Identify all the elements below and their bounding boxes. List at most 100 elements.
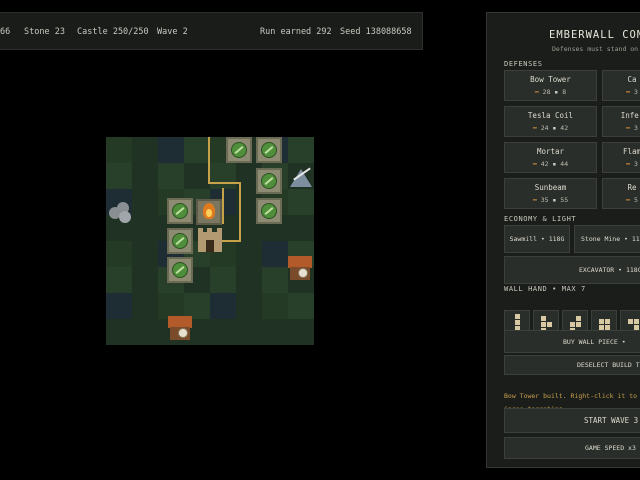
board-tile[interactable] (132, 267, 158, 293)
board-tile[interactable] (288, 319, 314, 345)
wood-cost: 42 (540, 160, 549, 168)
enemy-spawn-tent (288, 165, 314, 191)
board-tile[interactable] (158, 137, 184, 163)
economy-header: ECONOMY & LIGHT (504, 215, 577, 223)
defense-stats: ━ 35 ▪ 55 (505, 196, 596, 204)
stone-deposit[interactable] (107, 199, 133, 225)
board-tile[interactable] (106, 293, 132, 319)
defense-card[interactable]: Bow Tower ━ 28 ▪ 8 (504, 70, 597, 101)
defense-card[interactable]: Flam ━ 3 (602, 142, 640, 173)
board-tile[interactable] (132, 137, 158, 163)
stone-cost-icon: ▪ (548, 160, 561, 168)
inferno-tower[interactable] (196, 199, 222, 225)
castle-health: Castle 250/250 (77, 27, 149, 37)
board-tile[interactable] (106, 241, 132, 267)
excavator-button[interactable]: EXCAVATOR • 118G (504, 256, 640, 284)
board-tile[interactable] (210, 163, 236, 189)
enemy-path (239, 182, 241, 242)
defense-stats: ━ 28 ▪ 8 (505, 88, 596, 96)
stone-mine-button[interactable]: Stone Mine • 11 (574, 225, 640, 253)
bow-tower[interactable] (167, 257, 193, 283)
board-tile[interactable] (158, 163, 184, 189)
defense-stats: ━ 42 ▪ 44 (505, 160, 596, 168)
defense-card[interactable]: Tesla Coil ━ 24 ▪ 42 (504, 106, 597, 137)
defense-card[interactable]: Ca ━ 3 (602, 70, 640, 101)
defense-stats: ━ 3 (603, 160, 640, 168)
board-tile[interactable] (184, 163, 210, 189)
board-tile[interactable] (262, 293, 288, 319)
stone-cost-icon: ▪ (550, 88, 563, 96)
board-tile[interactable] (132, 293, 158, 319)
wood-cost-icon: ━ (626, 88, 634, 96)
game-speed-button[interactable]: GAME SPEED x3 (504, 437, 640, 459)
defense-name: Bow Tower (530, 75, 571, 84)
stone-counter: Stone 23 (24, 27, 65, 37)
board-tile[interactable] (288, 189, 314, 215)
defense-name: Flam (622, 147, 640, 156)
castle[interactable] (196, 226, 224, 254)
sawmill-building[interactable] (287, 255, 313, 281)
defense-card[interactable]: Re ━ 5 (602, 178, 640, 209)
bow-tower[interactable] (256, 137, 282, 163)
defense-name: Sunbeam (534, 183, 567, 192)
first-resource-value: 66 (0, 27, 11, 37)
defense-name: Re (627, 183, 637, 192)
wood-cost: 3 (633, 124, 638, 132)
board-tile[interactable] (236, 241, 262, 267)
sawmill-button[interactable]: Sawmill • 118G (504, 225, 570, 253)
defense-card[interactable]: Sunbeam ━ 35 ▪ 55 (504, 178, 597, 209)
panel-title: EMBERWALL COM (549, 29, 640, 41)
board-tile[interactable] (210, 293, 236, 319)
stone-cost-icon: ▪ (548, 196, 561, 204)
defense-name: Ca (627, 75, 637, 84)
wood-cost-icon: ━ (532, 160, 541, 168)
board-tile[interactable] (106, 267, 132, 293)
board-tile[interactable] (132, 241, 158, 267)
sawmill-building[interactable] (167, 315, 193, 341)
command-panel: EMBERWALL COM Defenses must stand on w D… (486, 12, 640, 468)
wood-cost-icon: ━ (626, 124, 634, 132)
board-tile[interactable] (184, 137, 210, 163)
wood-cost: 35 (540, 196, 549, 204)
board-tile[interactable] (132, 215, 158, 241)
board-tile[interactable] (132, 189, 158, 215)
start-wave-button[interactable]: START WAVE 3 (504, 408, 640, 433)
wood-cost: 24 (540, 124, 549, 132)
wood-cost: 3 (633, 160, 638, 168)
buy-wall-piece-button[interactable]: BUY WALL PIECE • (504, 330, 640, 353)
enemy-path (222, 188, 224, 224)
wood-cost: 5 (633, 196, 638, 204)
board-tile[interactable] (262, 319, 288, 345)
bow-tower[interactable] (167, 228, 193, 254)
board-tile[interactable] (106, 163, 132, 189)
defense-card[interactable]: Infer ━ 3 (602, 106, 640, 137)
bow-tower[interactable] (256, 198, 282, 224)
defense-stats: ━ 5 (603, 196, 640, 204)
stone-cost-icon: ▪ (548, 124, 561, 132)
defense-name: Infer (620, 111, 640, 120)
bow-tower[interactable] (256, 168, 282, 194)
bow-tower[interactable] (226, 137, 252, 163)
board-tile[interactable] (236, 267, 262, 293)
board-tile[interactable] (288, 293, 314, 319)
board-tile[interactable] (236, 293, 262, 319)
board-tile[interactable] (210, 267, 236, 293)
wood-cost-icon: ━ (626, 196, 634, 204)
board-tile[interactable] (132, 163, 158, 189)
board-tile[interactable] (132, 319, 158, 345)
board-tile[interactable] (262, 241, 288, 267)
status-bar: 66 Stone 23 Castle 250/250 Wave 2 Run ea… (0, 12, 423, 50)
defense-name: Mortar (536, 147, 565, 156)
bow-tower[interactable] (167, 198, 193, 224)
board-tile[interactable] (288, 215, 314, 241)
defense-stats: ━ 3 (603, 88, 640, 96)
enemy-path (208, 182, 241, 184)
deselect-build-button[interactable]: DESELECT BUILD TO (504, 355, 640, 375)
board-tile[interactable] (236, 319, 262, 345)
board-tile[interactable] (288, 137, 314, 163)
board-tile[interactable] (262, 267, 288, 293)
board-tile[interactable] (210, 319, 236, 345)
board-tile[interactable] (106, 319, 132, 345)
defense-card[interactable]: Mortar ━ 42 ▪ 44 (504, 142, 597, 173)
board-tile[interactable] (106, 137, 132, 163)
